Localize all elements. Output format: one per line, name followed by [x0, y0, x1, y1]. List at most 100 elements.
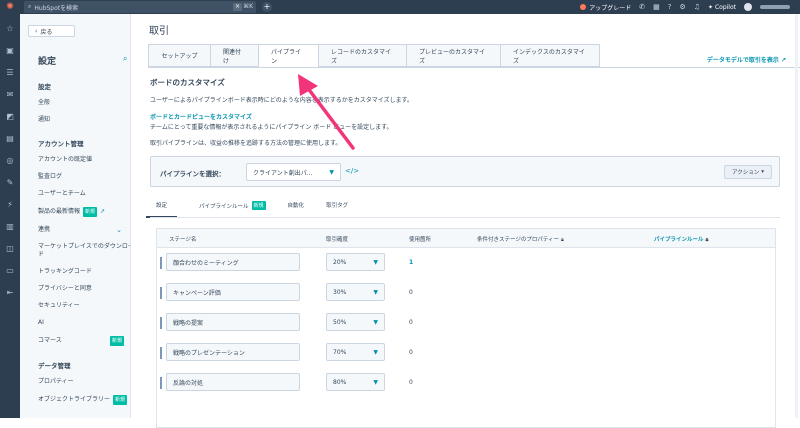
upgrade-button[interactable]: アップグレード	[580, 3, 631, 12]
subtab-pipeline-rules[interactable]: パイプラインルール 新規	[199, 201, 266, 217]
settings-item-notifications[interactable]: 通知	[38, 116, 130, 124]
table-row: 戦略のプレゼンテーション 70% ▼ 0	[157, 338, 775, 368]
drag-handle-icon[interactable]	[160, 257, 162, 269]
settings-item-commerce[interactable]: コマース 新規	[38, 336, 130, 346]
column-header-stage: ステージ名	[169, 237, 197, 243]
page-scrollbar[interactable]	[795, 14, 798, 418]
copilot-button[interactable]: ✦ Copilot	[708, 4, 736, 11]
dropdown-caret-icon: ▼	[373, 318, 378, 326]
usage-count: 0	[409, 319, 413, 326]
settings-item-security[interactable]: セキュリティー	[38, 302, 130, 310]
tab-preview-customization[interactable]: プレビューのカスタマイズ	[406, 44, 500, 67]
service-icon[interactable]: ✎	[7, 178, 14, 187]
probability-value: 30%	[333, 288, 347, 296]
column-header-conditional-properties: 条件付きステージのプロパティー 🔒︎	[477, 235, 564, 244]
actions-label: アクション	[732, 170, 760, 176]
clear-search-icon[interactable]: ×	[233, 3, 242, 11]
pipeline-select-value: クライアント創出パ...	[253, 169, 313, 177]
settings-item-tracking-code[interactable]: トラッキングコード	[38, 268, 130, 276]
probability-value: 20%	[333, 258, 347, 266]
settings-item-properties[interactable]: プロパティー	[38, 378, 130, 386]
tab-associations[interactable]: 関連付け	[210, 44, 258, 67]
settings-item-marketplace-downloads[interactable]: マーケットプレイスでのダウンロード	[38, 243, 130, 259]
subtab-deal-tags[interactable]: 取引タグ	[326, 201, 348, 216]
drag-handle-icon[interactable]	[160, 287, 162, 299]
phone-icon[interactable]: ✆	[639, 0, 645, 14]
bookmarks-icon[interactable]: ☆	[6, 24, 13, 33]
probability-value: 80%	[333, 378, 347, 386]
subtab-settings[interactable]: 設定	[146, 201, 178, 218]
settings-item-ai[interactable]: AI	[38, 319, 130, 327]
sales-icon[interactable]: ◎	[7, 156, 14, 165]
settings-item-object-library[interactable]: オブジェクトライブラリー 新規	[38, 395, 130, 405]
usage-count: 0	[409, 289, 413, 296]
marketing-icon[interactable]: ◩	[6, 112, 14, 121]
automation-icon[interactable]: ⚡	[7, 200, 13, 209]
usage-count-link[interactable]: 1	[409, 259, 413, 266]
primary-left-nav: ☆ ▣ ☰ ✉ ◩ ▤ ◎ ✎ ⚡ ▥ ◫ ▭ ⇤	[0, 14, 20, 418]
workspaces-icon[interactable]: ▣	[6, 46, 14, 55]
hubspot-logo-icon[interactable]: ✺	[0, 0, 20, 14]
stage-name-input[interactable]: 顔合わせのミーティング	[166, 253, 300, 271]
tab-record-customization[interactable]: レコードのカスタマイズ	[318, 44, 406, 67]
dropdown-caret-icon: ▼	[373, 378, 378, 386]
settings-item-general[interactable]: 全般	[38, 99, 130, 107]
collapse-nav-icon[interactable]: ⇤	[7, 288, 14, 297]
stage-name-input[interactable]: 反論の対処	[166, 373, 300, 391]
user-avatar[interactable]	[744, 3, 752, 11]
new-badge: 新規	[113, 395, 128, 405]
usage-count: 0	[409, 379, 413, 386]
settings-item-integrations[interactable]: 連携 ⌄	[38, 226, 130, 234]
content-icon[interactable]: ▤	[6, 134, 14, 143]
library-icon[interactable]: ▭	[6, 266, 14, 275]
customize-board-link[interactable]: ボードとカードビューをカスタマイズ	[150, 112, 252, 121]
inbox-icon[interactable]: ✉	[7, 90, 14, 99]
drag-handle-icon[interactable]	[160, 347, 162, 359]
settings-item-users-teams[interactable]: ユーザーとチーム	[38, 190, 130, 198]
tab-index-customization[interactable]: インデックスのカスタマイズ	[500, 44, 600, 67]
board-description: チームにとって重要な情報が表示されるようにパイプライン ボード ビューを設定しま…	[150, 124, 393, 131]
contacts-icon[interactable]: ☰	[6, 68, 13, 77]
column-header-label: 条件付きステージのプロパティー	[477, 237, 560, 243]
tab-setup[interactable]: セットアップ	[148, 44, 210, 67]
tab-pipelines[interactable]: パイプライン	[258, 44, 318, 67]
stage-name-input[interactable]: キャンペーン評価	[166, 283, 300, 301]
stage-name-input[interactable]: 戦略の提案	[166, 313, 300, 331]
probability-select[interactable]: 20% ▼	[326, 253, 385, 271]
account-name-blurred[interactable]	[760, 5, 790, 9]
global-search-input[interactable]: ⌕ HubSpotを検索 × ⌘K	[24, 1, 256, 13]
actions-dropdown-button[interactable]: アクション ▾	[724, 165, 772, 179]
subtab-automation[interactable]: 自動化	[288, 201, 305, 216]
pipeline-subtabs: 設定 パイプラインルール 新規 自動化 取引タグ	[146, 201, 348, 218]
settings-item-audit-log[interactable]: 監査ログ	[38, 173, 130, 181]
drag-handle-icon[interactable]	[160, 377, 162, 389]
probability-select[interactable]: 50% ▼	[326, 313, 385, 331]
probability-select[interactable]: 70% ▼	[326, 343, 385, 361]
reporting-icon[interactable]: ▥	[6, 222, 14, 231]
create-new-button[interactable]: +	[262, 2, 272, 12]
settings-item-privacy-consent[interactable]: プライバシーと同意	[38, 285, 130, 293]
main-content: 取引 セットアップ 関連付け パイプライン レコードのカスタマイズ プレビューの…	[134, 14, 800, 428]
pipeline-id-code-icon[interactable]: </>	[345, 167, 359, 175]
pipeline-selector-bar: パイプラインを選択： クライアント創出パ... ▼ </> アクション ▾	[150, 156, 780, 187]
settings-section-heading: 設定	[38, 83, 51, 91]
settings-item-product-updates[interactable]: 製品の最新情報 新規 ↗	[38, 207, 130, 217]
page-title: 取引	[149, 26, 169, 37]
notifications-bell-icon[interactable]: ♫	[694, 0, 700, 14]
stage-name-input[interactable]: 戦略のプレゼンテーション	[166, 343, 300, 361]
view-data-model-link[interactable]: データモデルで取引を表示 ↗	[707, 55, 786, 64]
marketplace-icon[interactable]: ▦	[653, 0, 660, 14]
pipeline-select-dropdown[interactable]: クライアント創出パ... ▼	[246, 163, 341, 181]
settings-item-account-defaults[interactable]: アカウントの既定値	[38, 156, 130, 164]
new-badge: 新規	[109, 336, 124, 346]
settings-search-icon[interactable]: ⌕	[123, 54, 127, 64]
drag-handle-icon[interactable]	[160, 317, 162, 329]
help-icon[interactable]: ?	[668, 0, 672, 14]
probability-select[interactable]: 80% ▼	[326, 373, 385, 391]
data-management-icon[interactable]: ◫	[6, 244, 14, 253]
back-label: 戻る	[40, 28, 53, 36]
probability-value: 70%	[333, 348, 347, 356]
settings-gear-icon[interactable]: ⚙	[679, 0, 685, 14]
probability-select[interactable]: 30% ▼	[326, 283, 385, 301]
back-button[interactable]: ‹ 戻る	[28, 25, 75, 37]
